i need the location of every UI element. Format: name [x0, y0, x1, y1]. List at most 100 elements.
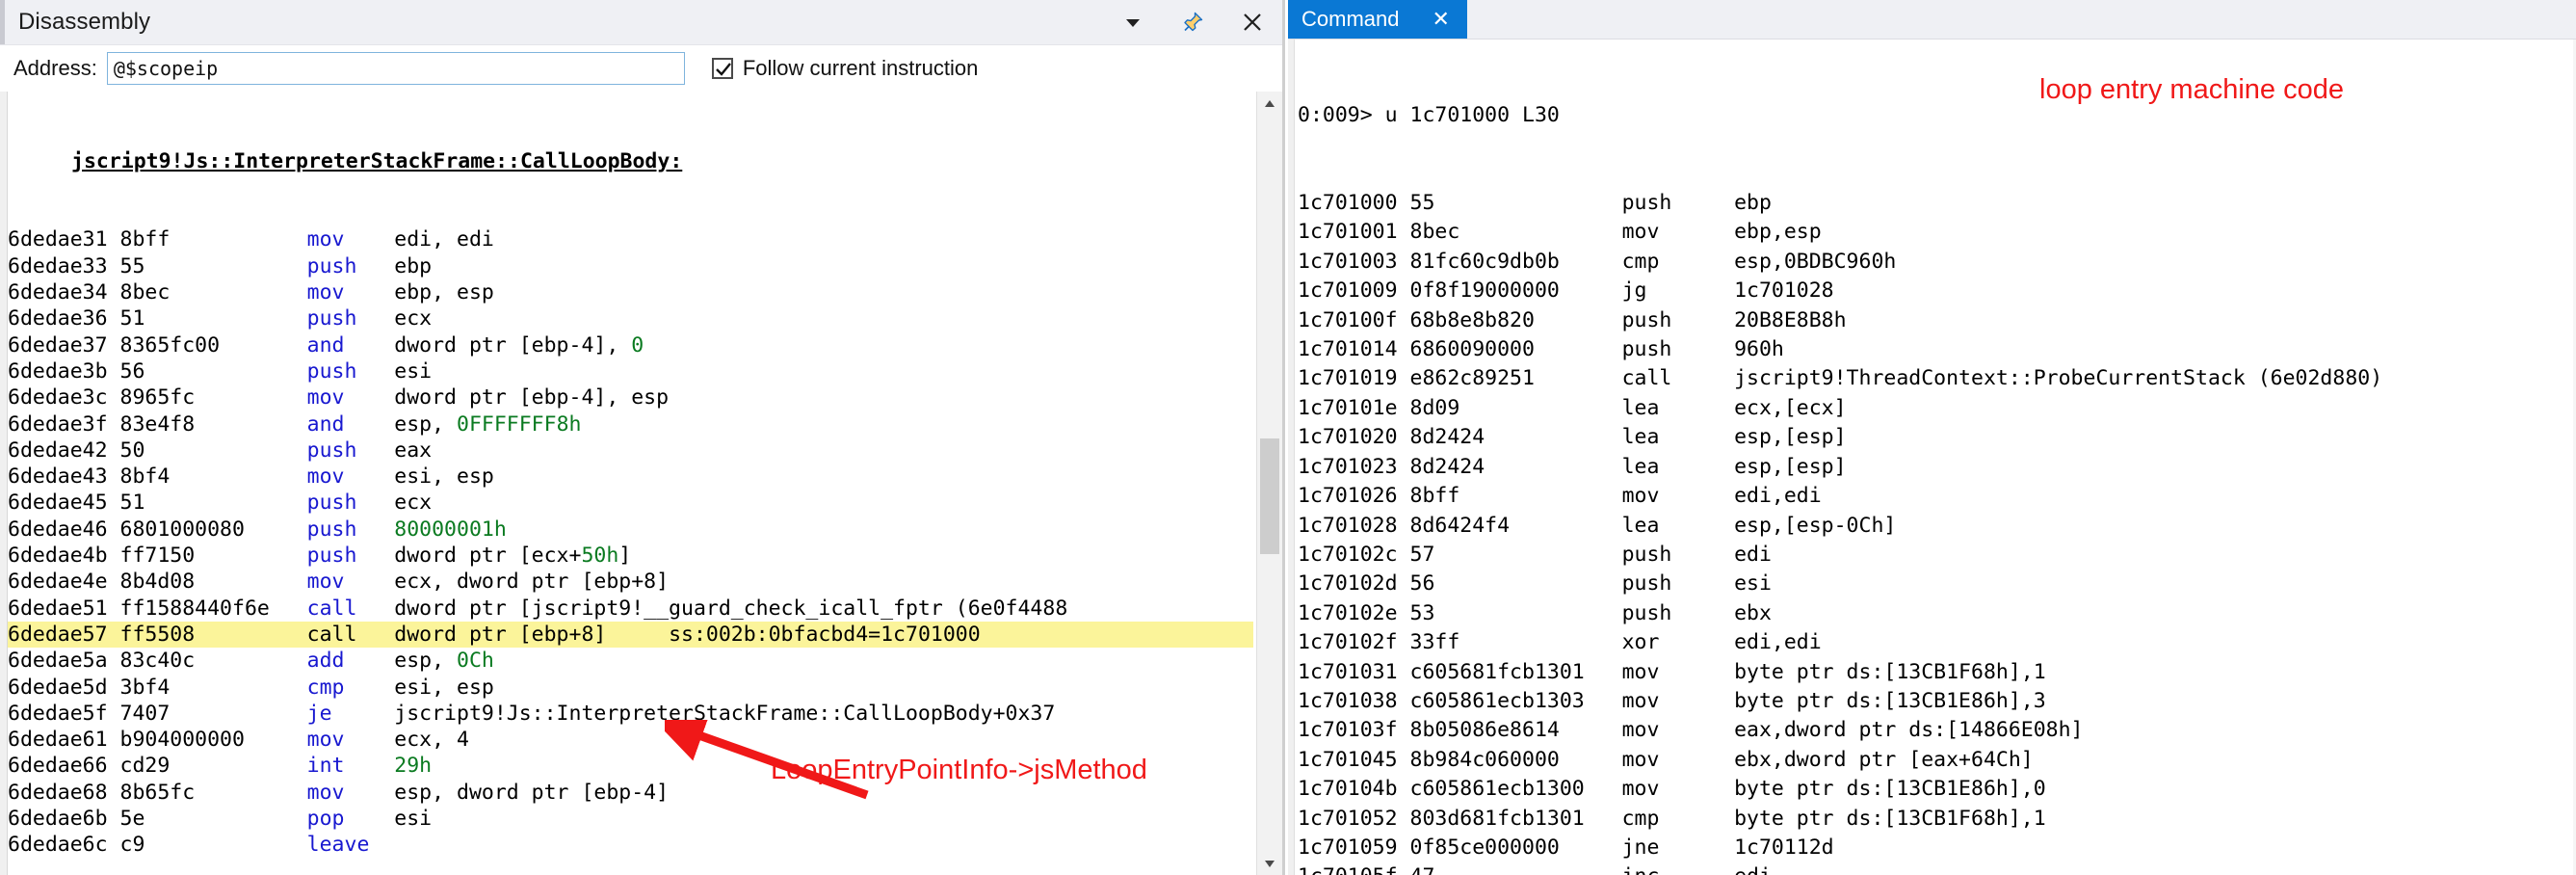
row-mnemonic: call: [307, 623, 395, 647]
cmd-row-mnemonic: push: [1622, 337, 1735, 361]
command-row: 1c701019 e862c89251 call jscript9!Thread…: [1298, 364, 2382, 393]
row-bytes: 8bf4: [120, 464, 307, 489]
cmd-row-mnemonic: lea: [1622, 425, 1735, 449]
row-address: 6dedae33: [8, 254, 120, 278]
row-operands: edi, edi: [394, 227, 494, 252]
disassembly-row[interactable]: 6dedae37 8365fc00 and dword ptr [ebp-4],…: [8, 332, 1253, 358]
disassembly-row[interactable]: 6dedae4e 8b4d08 mov ecx, dword ptr [ebp+…: [8, 569, 1253, 595]
disassembly-row[interactable]: 6dedae51 ff1588440f6e call dword ptr [js…: [8, 596, 1253, 622]
cmd-row-operands: edi: [1734, 543, 1772, 567]
disassembly-row[interactable]: 6dedae33 55 push ebp: [8, 253, 1253, 279]
cmd-row-bytes: 8d09: [1410, 396, 1622, 420]
pin-icon[interactable]: [1180, 10, 1205, 35]
cmd-row-operands: esp,0BDBC960h: [1734, 250, 1896, 274]
command-pane: Command ✕ 0:009> u 1c701000 L30 1c701000…: [1288, 0, 2576, 875]
cmd-row-mnemonic: mov: [1622, 748, 1735, 772]
row-bytes: 8365fc00: [120, 333, 307, 358]
cmd-row-operands: jscript9!ThreadContext::ProbeCurrentStac…: [1734, 366, 2382, 390]
disassembly-gutter: [0, 92, 8, 875]
cmd-row-operands: edi: [1734, 864, 1772, 875]
row-bytes: 8965fc: [120, 385, 307, 410]
disassembly-row[interactable]: 6dedae6c c9 leave: [8, 832, 1253, 858]
disassembly-row[interactable]: 6dedae5d 3bf4 cmp esi, esp: [8, 675, 1253, 701]
cmd-row-address: 1c70102d: [1298, 571, 1410, 596]
disassembly-row[interactable]: 6dedae61 b904000000 mov ecx, 4: [8, 727, 1253, 753]
cmd-row-address: 1c701000: [1298, 191, 1410, 215]
cmd-row-bytes: 56: [1410, 571, 1622, 596]
row-operands-tail: ]: [618, 544, 631, 568]
command-row: 1c701009 0f8f19000000 jg 1c701028: [1298, 277, 2382, 305]
titlebar-icon-group: [1120, 0, 1265, 44]
row-mnemonic: push: [307, 306, 395, 331]
command-rows: 1c701000 55 push ebp1c701001 8bec mov eb…: [1298, 189, 2382, 875]
cmd-row-address: 1c701038: [1298, 689, 1410, 713]
disassembly-row[interactable]: 6dedae4b ff7150 push dword ptr [ecx+50h]: [8, 543, 1253, 569]
disassembly-scrollbar[interactable]: [1256, 92, 1282, 875]
command-gutter: [1288, 40, 1295, 875]
tab-close-icon[interactable]: ✕: [1432, 9, 1449, 30]
row-bytes: 50: [120, 438, 307, 463]
cmd-row-bytes: 81fc60c9db0b: [1410, 250, 1622, 274]
row-address: 6dedae68: [8, 781, 120, 805]
cmd-row-mnemonic: push: [1622, 601, 1735, 625]
cmd-row-mnemonic: push: [1622, 543, 1735, 567]
row-bytes: ff7150: [120, 544, 307, 568]
disassembly-row[interactable]: 6dedae57 ff5508 call dword ptr [ebp+8] s…: [8, 622, 1253, 648]
row-mnemonic: add: [307, 649, 395, 673]
tab-command[interactable]: Command ✕: [1288, 0, 1467, 39]
disassembly-row[interactable]: 6dedae5a 83c40c add esp, 0Ch: [8, 648, 1253, 674]
address-input[interactable]: [107, 52, 685, 85]
row-bytes: 56: [120, 359, 307, 384]
command-row: 1c701020 8d2424 lea esp,[esp]: [1298, 423, 2382, 452]
disassembly-row[interactable]: 6dedae5f 7407 je jscript9!Js::Interprete…: [8, 701, 1253, 727]
row-mnemonic: push: [307, 438, 395, 463]
disassembly-row[interactable]: 6dedae43 8bf4 mov esi, esp: [8, 464, 1253, 490]
cmd-row-operands: edi,edi: [1734, 484, 1822, 508]
follow-current-instruction-checkbox[interactable]: Follow current instruction: [712, 56, 979, 81]
cmd-row-mnemonic: inc: [1622, 864, 1735, 875]
cmd-row-mnemonic: lea: [1622, 396, 1735, 420]
disassembly-row[interactable]: 6dedae3f 83e4f8 and esp, 0FFFFFFF8h: [8, 411, 1253, 438]
row-bytes: ff1588440f6e: [120, 597, 307, 621]
cmd-row-address: 1c701059: [1298, 835, 1410, 860]
cmd-row-operands: ebp: [1734, 191, 1772, 215]
disassembly-row[interactable]: 6dedae46 6801000080 push 80000001h: [8, 517, 1253, 543]
row-operands: dword ptr [ecx+: [394, 544, 581, 568]
scroll-down-arrow-icon[interactable]: [1257, 851, 1282, 875]
checkbox-box[interactable]: [712, 58, 733, 79]
close-icon[interactable]: [1240, 10, 1265, 35]
disassembly-row[interactable]: 6dedae45 51 push ecx: [8, 490, 1253, 516]
command-body[interactable]: 0:009> u 1c701000 L30 1c701000 55 push e…: [1288, 40, 2576, 875]
disassembly-row[interactable]: 6dedae31 8bff mov edi, edi: [8, 226, 1253, 252]
cmd-row-mnemonic: jg: [1622, 278, 1735, 303]
disassembly-row[interactable]: 6dedae42 50 push eax: [8, 438, 1253, 464]
row-address: 6dedae42: [8, 438, 120, 463]
row-operands: ebp, esp: [394, 280, 494, 305]
row-address: 6dedae61: [8, 728, 120, 752]
row-immediate: 50h: [581, 544, 618, 568]
scrollbar-thumb[interactable]: [1260, 438, 1279, 554]
cmd-row-address: 1c701009: [1298, 278, 1410, 303]
cmd-row-operands: 20B8E8B8h: [1734, 308, 1847, 332]
row-operands: esi: [394, 359, 432, 384]
cmd-row-operands: 1c701028: [1734, 278, 1834, 303]
disassembly-row[interactable]: 6dedae34 8bec mov ebp, esp: [8, 279, 1253, 305]
disassembly-row[interactable]: 6dedae6b 5e pop esi: [8, 806, 1253, 832]
disassembly-row[interactable]: 6dedae3b 56 push esi: [8, 358, 1253, 384]
row-bytes: c9: [120, 833, 307, 857]
chevron-down-icon[interactable]: [1120, 10, 1145, 35]
disassembly-body: jscript9!Js::InterpreterStackFrame::Call…: [0, 92, 1282, 875]
command-row: 1c70101e 8d09 lea ecx,[ecx]: [1298, 394, 2382, 423]
cmd-row-operands: esi: [1734, 571, 1772, 596]
cmd-row-address: 1c70102c: [1298, 543, 1410, 567]
row-operands: ecx, 4: [394, 728, 469, 752]
cmd-row-bytes: e862c89251: [1410, 366, 1622, 390]
command-output: 0:009> u 1c701000 L30 1c701000 55 push e…: [1298, 42, 2382, 875]
cmd-row-address: 1c701003: [1298, 250, 1410, 274]
disassembly-row[interactable]: 6dedae3c 8965fc mov dword ptr [ebp-4], e…: [8, 384, 1253, 411]
scroll-up-arrow-icon[interactable]: [1257, 92, 1282, 117]
row-mnemonic: push: [307, 544, 395, 568]
disassembly-row[interactable]: 6dedae36 51 push ecx: [8, 305, 1253, 331]
row-mnemonic: mov: [307, 728, 395, 752]
cmd-row-address: 1c701023: [1298, 455, 1410, 479]
